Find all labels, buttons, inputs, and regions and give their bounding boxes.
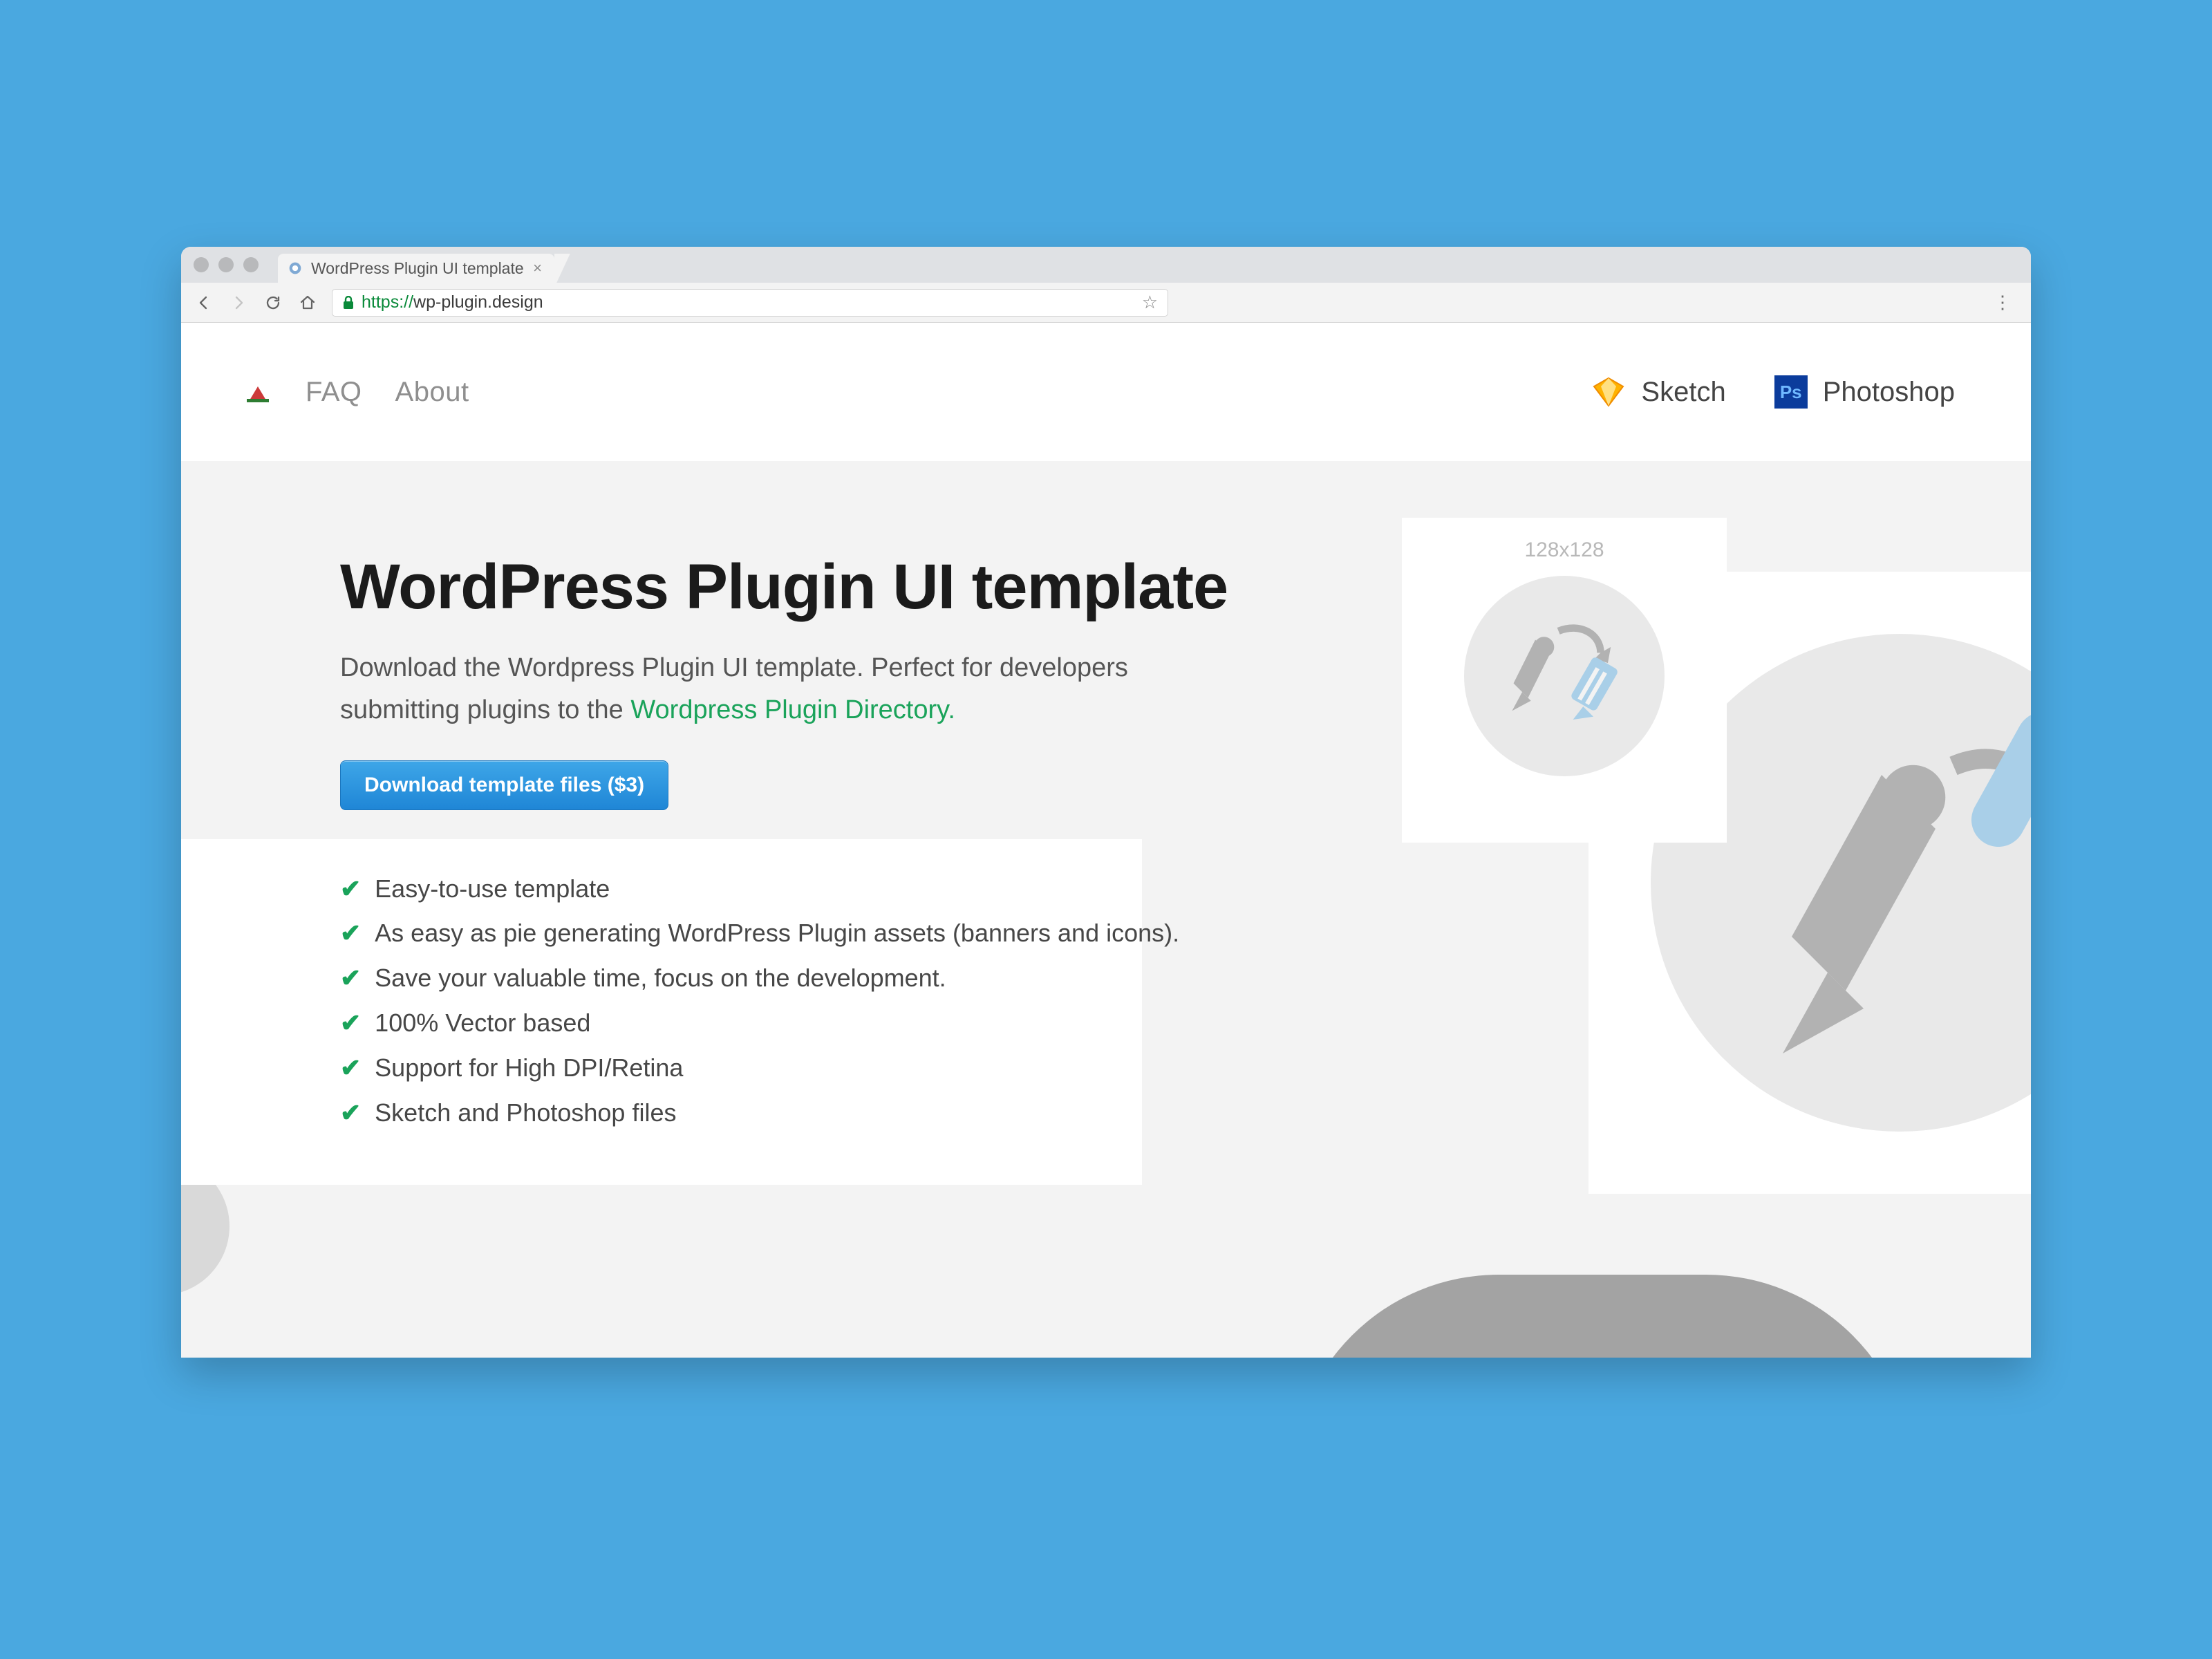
decor-bottom-blob: [1291, 1275, 1913, 1358]
browser-toolbar: https://wp-plugin.design ☆ ⋮: [181, 283, 2031, 323]
check-icon: ✔: [340, 870, 361, 909]
browser-menu-icon[interactable]: ⋮: [1987, 292, 2018, 313]
feature-text: Sketch and Photoshop files: [375, 1094, 676, 1133]
hero-title: WordPress Plugin UI template: [340, 551, 2031, 624]
browser-tab[interactable]: WordPress Plugin UI template ×: [278, 254, 554, 283]
feature-item: ✔ Sketch and Photoshop files: [340, 1091, 2031, 1136]
back-button[interactable]: [194, 292, 214, 313]
feature-list: ✔ Easy-to-use template ✔ As easy as pie ge…: [340, 847, 2031, 1136]
feature-item: ✔ Save your valuable time, focus on the d…: [340, 956, 2031, 1001]
check-icon: ✔: [340, 1004, 361, 1043]
photoshop-label: Photoshop: [1823, 377, 1955, 408]
hero-subtitle-link[interactable]: Wordpress Plugin Directory.: [630, 695, 955, 724]
url-host: wp-plugin.design: [413, 292, 543, 312]
site-logo-icon[interactable]: [243, 377, 272, 406]
traffic-close-icon[interactable]: [194, 257, 209, 272]
feature-text: Easy-to-use template: [375, 870, 610, 909]
feature-text: 100% Vector based: [375, 1004, 590, 1043]
browser-window: WordPress Plugin UI template ×: [181, 247, 2031, 1358]
browser-tabstrip: WordPress Plugin UI template ×: [181, 247, 2031, 283]
url-protocol: https://: [362, 292, 413, 312]
tab-title: WordPress Plugin UI template: [311, 259, 524, 278]
traffic-min-icon[interactable]: [218, 257, 234, 272]
page-content: FAQ About Sketch Ps: [181, 323, 2031, 1358]
hero-subtitle: Download the Wordpress Plugin UI templat…: [340, 647, 1135, 731]
window-controls: [194, 247, 278, 283]
nav-faq[interactable]: FAQ: [306, 377, 362, 408]
forward-button[interactable]: [228, 292, 249, 313]
feature-text: As easy as pie generating WordPress Plug…: [375, 914, 1179, 953]
hero-section: WordPress Plugin UI template Download th…: [181, 461, 2031, 1358]
traffic-max-icon[interactable]: [243, 257, 259, 272]
sketch-label: Sketch: [1641, 377, 1725, 408]
lock-icon: [342, 296, 355, 310]
feature-item: ✔ Support for High DPI/Retina: [340, 1046, 2031, 1091]
url-text: https://wp-plugin.design: [362, 292, 543, 312]
feature-text: Support for High DPI/Retina: [375, 1049, 683, 1088]
bookmark-star-icon[interactable]: ☆: [1142, 292, 1158, 313]
site-nav: FAQ About Sketch Ps: [181, 323, 2031, 461]
feature-item: ✔ As easy as pie generating WordPress Plu…: [340, 911, 2031, 956]
feature-item: ✔ 100% Vector based: [340, 1001, 2031, 1046]
home-button[interactable]: [297, 292, 318, 313]
check-icon: ✔: [340, 1094, 361, 1133]
feature-text: Save your valuable time, focus on the de…: [375, 959, 946, 998]
check-icon: ✔: [340, 959, 361, 998]
download-sketch[interactable]: Sketch: [1591, 377, 1725, 408]
download-photoshop[interactable]: Ps Photoshop: [1774, 375, 1955, 409]
check-icon: ✔: [340, 1049, 361, 1088]
photoshop-icon: Ps: [1774, 375, 1808, 409]
nav-about[interactable]: About: [395, 377, 469, 408]
tab-slope: [554, 254, 572, 283]
feature-item: ✔ Easy-to-use template: [340, 867, 2031, 912]
download-cta-button[interactable]: Download template files ($3): [340, 760, 668, 810]
tab-close-icon[interactable]: ×: [533, 259, 542, 277]
check-icon: ✔: [340, 914, 361, 953]
favicon-icon: [288, 261, 303, 276]
sketch-icon: [1591, 377, 1626, 407]
url-box[interactable]: https://wp-plugin.design ☆: [332, 289, 1168, 317]
reload-button[interactable]: [263, 292, 283, 313]
